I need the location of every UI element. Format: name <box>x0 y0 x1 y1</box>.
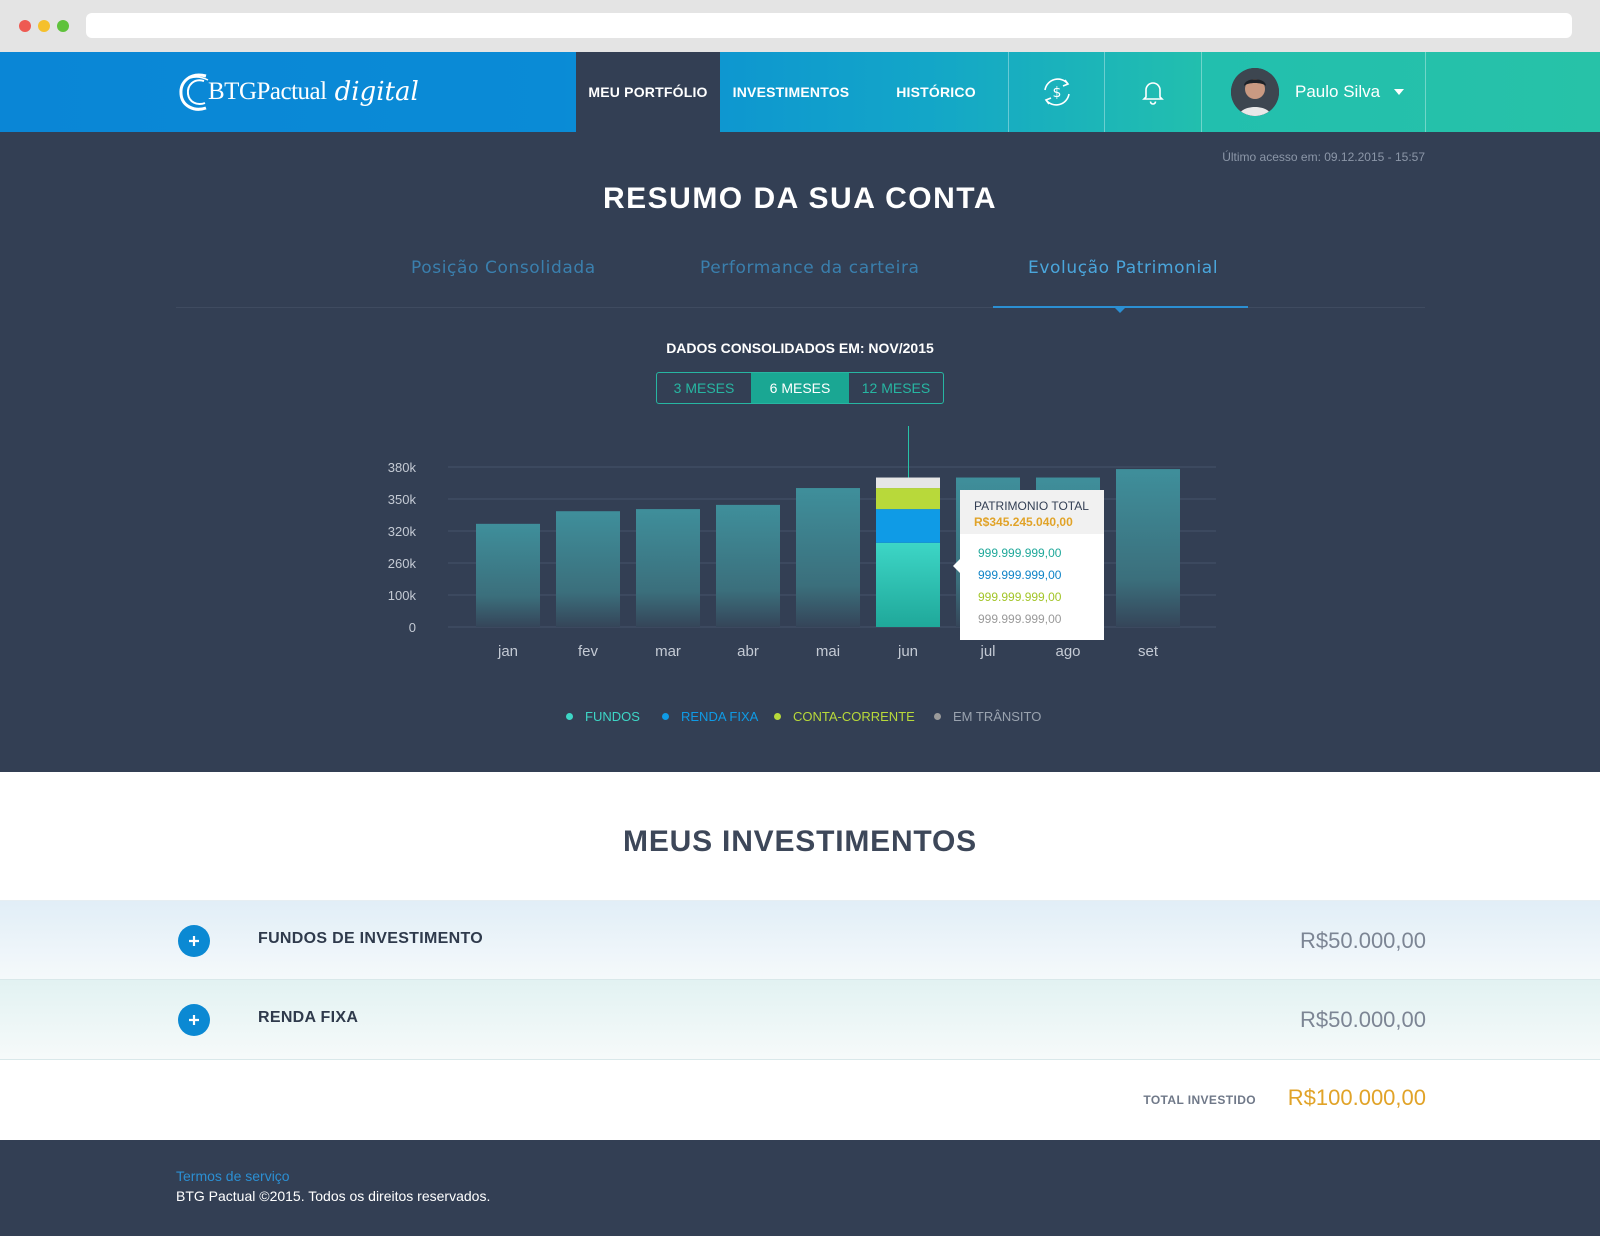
expand-renda-fixa-button[interactable] <box>178 1004 210 1036</box>
tooltip-title: PATRIMONIO TOTAL <box>974 499 1089 513</box>
legend-renda-fixa[interactable]: RENDA FIXA <box>662 709 758 724</box>
stack-segment-conta-corrente <box>876 488 940 510</box>
investment-label: FUNDOS DE INVESTIMENTO <box>258 930 483 947</box>
legend-label: FUNDOS <box>585 709 640 724</box>
investment-row-fundos[interactable]: FUNDOS DE INVESTIMENTO R$50.000,00 <box>0 900 1600 980</box>
plus-icon <box>189 1015 199 1025</box>
btg-logo[interactable]: BTGPactual digital <box>176 68 419 116</box>
nav-divider <box>1425 52 1426 132</box>
nav-historico[interactable]: HISTÓRICO <box>876 52 996 132</box>
top-navbar: BTGPactual digital MEU PORTFÓLIO INVESTI… <box>0 52 1600 132</box>
notifications-button[interactable] <box>1105 52 1201 132</box>
plus-icon <box>189 936 199 946</box>
nav-meu-portfolio[interactable]: MEU PORTFÓLIO <box>576 52 720 132</box>
footer: Termos de serviço BTG Pactual ©2015. Tod… <box>0 1140 1600 1236</box>
x-tick-label: mai <box>816 643 840 660</box>
maximize-window-icon[interactable] <box>57 20 69 32</box>
total-invested-label: TOTAL INVESTIDO <box>1143 1093 1256 1107</box>
legend-conta-corrente[interactable]: CONTA-CORRENTE <box>774 709 915 724</box>
x-tick-label: ago <box>1055 643 1080 660</box>
legend-label: EM TRÂNSITO <box>953 709 1042 724</box>
browser-toolbar <box>0 0 1600 52</box>
x-tick-label: jul <box>979 643 995 660</box>
y-tick-label: 350k <box>388 492 417 507</box>
account-summary-section: Último acesso em: 09.12.2015 - 15:57 RES… <box>0 132 1600 772</box>
total-invested-value: R$100.000,00 <box>1287 1085 1426 1110</box>
nav-investimentos[interactable]: INVESTIMENTOS <box>720 52 862 132</box>
user-menu[interactable]: Paulo Silva <box>1201 52 1425 132</box>
tooltip-header: PATRIMONIO TOTAL R$345.245.040,00 <box>960 490 1104 534</box>
chart-bar-mai <box>796 488 860 627</box>
investments-title: MEUS INVESTIMENTOS <box>623 825 977 858</box>
logo-text: BTGPactual <box>208 78 327 105</box>
svg-text:$: $ <box>1052 85 1061 101</box>
user-name: Paulo Silva <box>1295 82 1381 101</box>
investment-value: R$50.000,00 <box>1300 1007 1426 1032</box>
x-tick-label: fev <box>578 643 599 660</box>
close-window-icon[interactable] <box>19 20 31 32</box>
chart-bar-abr <box>716 504 780 627</box>
x-tick-label: jun <box>897 643 918 660</box>
y-tick-label: 380k <box>388 460 417 475</box>
stack-segment-renda-fixa <box>876 509 940 543</box>
money-cycle-icon: $ <box>1043 78 1070 106</box>
x-tick-label: set <box>1138 643 1159 660</box>
x-tick-label: abr <box>737 643 759 660</box>
legend-dot <box>662 713 669 720</box>
legend-label: RENDA FIXA <box>681 709 759 724</box>
chart-bar-jan <box>476 523 540 627</box>
chevron-down-icon <box>1394 89 1405 95</box>
stack-segment-fundos <box>876 542 940 627</box>
investment-row-renda-fixa[interactable]: RENDA FIXA R$50.000,00 <box>0 980 1600 1060</box>
investment-value: R$50.000,00 <box>1300 928 1426 953</box>
legend-em-transito[interactable]: EM TRÂNSITO <box>934 709 1041 724</box>
patrimony-bar-chart: 0 100k 260k 320k 350k 380k jan fev mar abr mai jun j… <box>388 426 1216 660</box>
chart-bar-set <box>1116 469 1180 627</box>
tooltip-row-conta-corrente: 999.999.999,00 <box>978 590 1062 604</box>
y-tick-label: 320k <box>388 524 417 539</box>
minimize-window-icon[interactable] <box>38 20 50 32</box>
legend-label: CONTA-CORRENTE <box>793 709 915 724</box>
chart-tooltip: PATRIMONIO TOTAL R$345.245.040,00 999.99… <box>960 490 1104 640</box>
copyright-text: BTG Pactual ©2015. Todos os direitos res… <box>176 1188 491 1204</box>
bell-icon <box>1142 82 1164 105</box>
tooltip-total: R$345.245.040,00 <box>974 515 1073 529</box>
y-tick-label: 100k <box>388 588 417 603</box>
money-cycle-button[interactable]: $ <box>1009 52 1104 132</box>
x-tick-label: mar <box>655 643 681 660</box>
y-tick-label: 0 <box>409 620 416 635</box>
avatar <box>1231 68 1279 116</box>
investment-label: RENDA FIXA <box>258 1009 359 1026</box>
tooltip-arrow <box>953 559 960 573</box>
tooltip-row-em-transito: 999.999.999,00 <box>978 612 1062 626</box>
x-tick-label: jan <box>497 643 518 660</box>
chart-bar-fev <box>556 511 620 627</box>
stack-segment-em-tr-nsito <box>876 477 940 489</box>
y-tick-label: 260k <box>388 556 417 571</box>
legend-dot <box>934 713 941 720</box>
tooltip-row-fundos: 999.999.999,00 <box>978 546 1062 560</box>
logo-script-text: digital <box>334 77 419 107</box>
terms-of-service-link[interactable]: Termos de serviço <box>176 1168 290 1184</box>
expand-fundos-button[interactable] <box>178 925 210 957</box>
legend-fundos[interactable]: FUNDOS <box>566 709 640 724</box>
chart-bar-mar <box>636 509 700 627</box>
legend-dot <box>566 713 573 720</box>
tooltip-row-renda-fixa: 999.999.999,00 <box>978 568 1062 582</box>
legend-dot <box>774 713 781 720</box>
address-bar[interactable] <box>86 13 1572 38</box>
